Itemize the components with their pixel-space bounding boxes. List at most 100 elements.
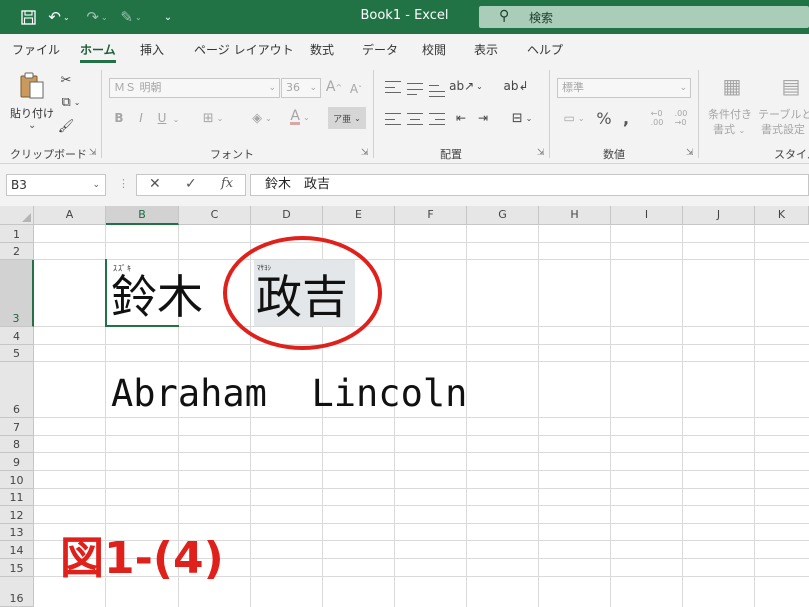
name-box[interactable]: B3 ⌄ <box>6 174 106 196</box>
insert-function-button[interactable]: fx <box>221 176 233 191</box>
paste-icon[interactable] <box>14 70 50 102</box>
grow-font-icon[interactable]: A ^ <box>325 78 343 96</box>
tab-page-layout[interactable]: ページ レイアウト <box>194 41 294 58</box>
align-left-icon[interactable] <box>385 113 401 125</box>
clipboard-launcher-icon[interactable]: ⇲ <box>89 148 97 158</box>
save-icon[interactable] <box>16 7 40 27</box>
row-header-11[interactable]: 11 <box>0 489 34 506</box>
redo-icon[interactable]: ↷ ⌄ <box>84 7 110 27</box>
tab-help[interactable]: ヘルプ <box>527 41 563 58</box>
accounting-format-icon[interactable]: ▭ ⌄ <box>558 110 590 126</box>
row-header-1[interactable]: 1 <box>0 225 34 243</box>
column-header-j[interactable]: J <box>683 206 755 225</box>
increase-indent-icon[interactable]: ⇥ <box>474 110 492 126</box>
font-size-select[interactable]: 36 ⌄ <box>281 78 321 98</box>
format-painter-qat-icon[interactable]: ✎ ⌄ <box>118 7 144 27</box>
row-header-10[interactable]: 10 <box>0 471 34 489</box>
tab-home[interactable]: ホーム <box>80 41 116 63</box>
row-header-3[interactable]: 3 <box>0 260 34 327</box>
row-header-8[interactable]: 8 <box>0 436 34 453</box>
formula-input[interactable]: 鈴木 政吉 <box>250 174 809 196</box>
decrease-indent-icon[interactable]: ⇤ <box>452 110 470 126</box>
copy-icon[interactable]: ⧉ ⌄ <box>56 94 86 110</box>
paste-button-label[interactable]: 貼り付け <box>10 105 54 121</box>
tab-formulas[interactable]: 数式 <box>310 41 334 58</box>
comma-style-icon[interactable]: , <box>619 108 633 128</box>
merge-center-icon[interactable]: ⊟ ⌄ <box>505 110 539 126</box>
column-header-i[interactable]: I <box>611 206 683 225</box>
undo-icon[interactable]: ↶ ⌄ <box>46 7 72 27</box>
cancel-button[interactable]: ✕ <box>149 176 161 192</box>
tab-view[interactable]: 表示 <box>474 41 498 58</box>
chevron-down-icon: ⌄ <box>268 83 276 93</box>
column-header-g[interactable]: G <box>467 206 539 225</box>
align-top-icon[interactable] <box>385 81 401 93</box>
ribbon-tabs: ファイル ホーム 挿入 ページ レイアウト 数式 データ 校閲 表示 ヘルプ <box>0 34 809 64</box>
select-all-button[interactable] <box>0 206 34 225</box>
font-launcher-icon[interactable]: ⇲ <box>361 148 369 158</box>
tab-review[interactable]: 校閲 <box>422 41 446 58</box>
row-header-6[interactable]: 6 <box>0 362 34 418</box>
row-header-4[interactable]: 4 <box>0 327 34 345</box>
cell-b3[interactable]: 鈴木 <box>111 271 203 323</box>
cell-b6[interactable]: Abraham Lincoln <box>111 372 467 416</box>
phonetic-guide-button[interactable]: ア亜 ⌄ <box>328 107 366 129</box>
tab-data[interactable]: データ <box>362 41 398 58</box>
fill-color-icon[interactable]: ◈ ⌄ <box>246 110 278 126</box>
formula-bar: B3 ⌄ ⋮ ✕ ✓ fx 鈴木 政吉 <box>0 164 809 206</box>
shrink-font-icon[interactable]: Aˇ <box>347 80 365 98</box>
align-bottom-icon[interactable] <box>429 85 445 97</box>
row-header-9[interactable]: 9 <box>0 453 34 471</box>
column-header-h[interactable]: H <box>539 206 611 225</box>
column-header-k[interactable]: K <box>755 206 809 225</box>
decrease-decimal-icon[interactable]: .00 →0 <box>670 108 692 128</box>
number-format-select[interactable]: 標準 ⌄ <box>557 78 691 98</box>
format-as-table-label[interactable]: テーブルとし <box>758 106 809 122</box>
enter-button[interactable]: ✓ <box>185 176 197 192</box>
increase-decimal-icon[interactable]: ←0.00 <box>646 108 668 128</box>
column-header-f[interactable]: F <box>395 206 467 225</box>
customize-qat-icon[interactable]: ⌄ <box>160 7 176 27</box>
align-middle-icon[interactable] <box>407 83 423 95</box>
wrap-text-icon[interactable]: ab↲ <box>503 76 528 96</box>
formula-bar-grip-icon[interactable]: ⋮ <box>118 177 129 190</box>
row-header-7[interactable]: 7 <box>0 418 34 436</box>
format-painter-icon[interactable]: 🖌 <box>58 118 75 134</box>
row-header-16[interactable]: 16 <box>0 577 34 607</box>
search-input[interactable]: ⚲ 検索 <box>479 6 809 28</box>
column-header-b[interactable]: B <box>106 206 179 225</box>
row-header-13[interactable]: 13 <box>0 524 34 541</box>
font-name-select[interactable]: ＭＳ 明朝 ⌄ <box>109 78 280 98</box>
percent-style-button[interactable]: % <box>595 108 613 128</box>
number-launcher-icon[interactable]: ⇲ <box>686 148 694 158</box>
align-center-icon[interactable] <box>407 113 423 125</box>
orientation-icon[interactable]: ab↗ ⌄ <box>449 78 483 94</box>
chevron-down-icon[interactable]: ⌄ <box>170 111 182 127</box>
font-color-icon[interactable]: A ⌄ <box>284 108 316 126</box>
paste-dropdown-arrow[interactable]: ⌄ <box>28 120 36 131</box>
conditional-format-icon[interactable]: ▦ <box>717 74 747 98</box>
row-header-5[interactable]: 5 <box>0 345 34 362</box>
align-right-icon[interactable] <box>429 113 445 125</box>
underline-button[interactable]: U <box>155 110 169 126</box>
column-header-d[interactable]: D <box>251 206 323 225</box>
bold-button[interactable]: B <box>112 110 126 126</box>
alignment-launcher-icon[interactable]: ⇲ <box>537 148 545 158</box>
row-header-14[interactable]: 14 <box>0 541 34 559</box>
italic-button[interactable]: I <box>134 110 148 126</box>
worksheet-grid[interactable]: A B C D E F G H I J K 1 2 3 4 5 6 7 8 9 … <box>0 206 809 607</box>
column-header-e[interactable]: E <box>323 206 395 225</box>
conditional-format-label[interactable]: 条件付き <box>708 106 752 122</box>
figure-label: 図1-(4) <box>60 533 224 584</box>
row-header-15[interactable]: 15 <box>0 559 34 577</box>
excel-window: ↶ ⌄ ↷ ⌄ ✎ ⌄ ⌄ Book1 - Excel ⚲ 検索 ファイル ホーム 挿… <box>0 0 809 607</box>
tab-insert[interactable]: 挿入 <box>140 41 164 58</box>
column-header-c[interactable]: C <box>179 206 251 225</box>
tab-file[interactable]: ファイル <box>12 41 60 58</box>
cut-icon[interactable]: ✂ <box>58 72 74 88</box>
borders-icon[interactable]: ⊞ ⌄ <box>198 110 228 126</box>
column-header-a[interactable]: A <box>34 206 106 225</box>
format-as-table-icon[interactable]: ▤ <box>776 74 806 98</box>
row-header-2[interactable]: 2 <box>0 243 34 260</box>
row-header-12[interactable]: 12 <box>0 506 34 524</box>
